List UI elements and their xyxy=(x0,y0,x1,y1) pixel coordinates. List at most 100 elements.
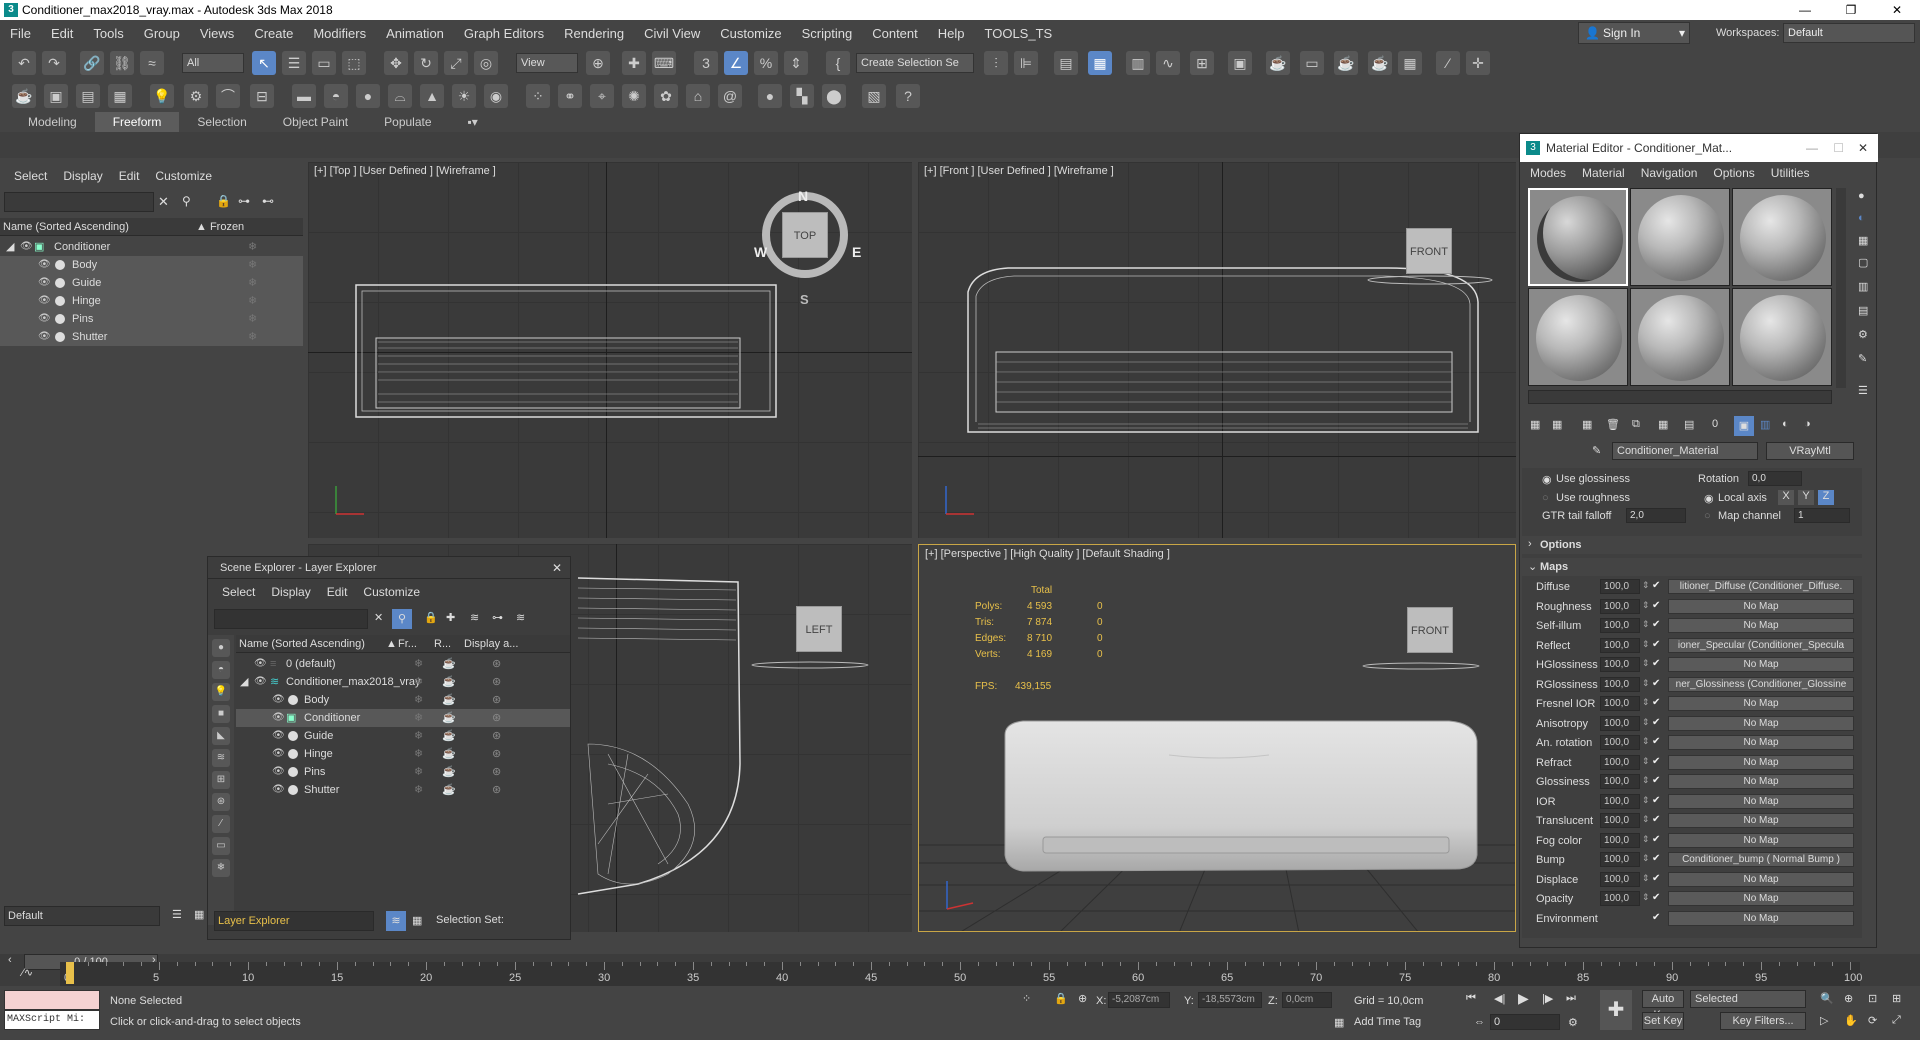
map-enable-checkbox[interactable]: ✔ xyxy=(1652,795,1663,806)
make-copy-icon[interactable]: ⧉ xyxy=(1632,418,1640,431)
menu-help[interactable]: Help xyxy=(928,26,975,41)
gtr-field[interactable]: 2,0 xyxy=(1626,508,1686,523)
material-editor-window[interactable]: 3 Material Editor - Conditioner_Mat... —… xyxy=(1519,133,1878,948)
place-icon[interactable]: ◎ xyxy=(474,51,498,75)
plane-icon[interactable]: ⊟ xyxy=(250,84,274,108)
material-ball-icon[interactable]: ● xyxy=(758,84,782,108)
map-enable-checkbox[interactable]: ✔ xyxy=(1652,756,1663,767)
edit-named-sel-icon[interactable]: { xyxy=(826,51,850,75)
layer-menu-edit[interactable]: Edit xyxy=(319,585,356,599)
map-slot-button[interactable]: No Map xyxy=(1668,598,1854,614)
add-time-tag[interactable]: Add Time Tag xyxy=(1354,1016,1421,1028)
multi-material-icon[interactable]: ⬤ xyxy=(822,84,846,108)
helper-filter-icon[interactable]: ◣ xyxy=(212,727,230,745)
display-icon[interactable]: ⊛ xyxy=(492,781,501,799)
sign-in-button[interactable]: 👤 Sign In ▾ xyxy=(1578,22,1690,44)
keyboard-shortcut-icon[interactable]: ⌨ xyxy=(652,51,676,75)
x-field[interactable]: -5,2087cm xyxy=(1108,992,1170,1008)
map-amount-field[interactable]: 100,0 xyxy=(1600,598,1640,614)
freeze-icon[interactable]: ❄ xyxy=(414,709,423,727)
chevron-left-icon[interactable]: ‹ xyxy=(8,954,12,966)
lock-icon[interactable]: 🔒 xyxy=(424,611,438,624)
container-filter-icon[interactable]: ▭ xyxy=(212,837,230,855)
camera-filter-icon[interactable]: ■ xyxy=(212,705,230,723)
display-icon[interactable]: ⊛ xyxy=(492,691,501,709)
lock-selection-icon[interactable]: 🔒 xyxy=(1054,992,1068,1005)
lock-icon[interactable]: 🔒 xyxy=(216,194,231,208)
freeze-icon[interactable]: ❄ xyxy=(248,238,257,256)
minimize-icon[interactable]: — xyxy=(1806,134,1818,162)
time-tag-icon[interactable]: ▦ xyxy=(1334,1016,1344,1029)
tools-ts-icon[interactable]: ⁄ xyxy=(1436,51,1460,75)
key-filters-button[interactable]: Key Filters... xyxy=(1720,1012,1806,1030)
map-amount-field[interactable]: 100,0 xyxy=(1600,852,1640,867)
spinner-icon[interactable]: ⇕ xyxy=(1642,580,1650,591)
display-icon[interactable]: ⊛ xyxy=(492,709,501,727)
map-amount-field[interactable]: 100,0 xyxy=(1600,618,1640,633)
scene-menu-customize[interactable]: Customize xyxy=(147,169,220,183)
prev-frame-icon[interactable]: ◀| xyxy=(1494,992,1505,1005)
close-icon[interactable]: ✕ xyxy=(552,561,562,575)
fur-icon[interactable]: ⌒ xyxy=(216,84,240,108)
render-icon[interactable]: ☕ xyxy=(442,727,456,745)
freeze-icon[interactable]: ❄ xyxy=(248,328,257,346)
sync-icon[interactable]: ▦ xyxy=(412,914,422,927)
scatter-icon[interactable]: ⁘ xyxy=(526,84,550,108)
slots-hscrollbar[interactable] xyxy=(1528,390,1832,404)
light-lister-icon[interactable]: 💡 xyxy=(150,84,174,108)
maxscript-listener[interactable] xyxy=(4,990,100,1010)
map-amount-field[interactable]: 100,0 xyxy=(1600,891,1640,906)
select-manipulate-icon[interactable]: ✚ xyxy=(622,51,646,75)
dome-icon[interactable]: ◓ xyxy=(324,84,348,108)
eye-icon[interactable]: 👁 xyxy=(272,712,285,724)
assign-material-icon[interactable]: ▦ xyxy=(1582,418,1592,431)
ribbon-options-icon[interactable]: ▪▾ xyxy=(450,112,496,132)
map-slot-button[interactable]: No Map xyxy=(1668,754,1854,770)
move-icon[interactable]: ✥ xyxy=(384,51,408,75)
material-slot[interactable] xyxy=(1732,288,1832,386)
map-slot-button[interactable]: ner_Glossiness (Conditioner_Glossine xyxy=(1668,676,1854,692)
map-enable-checkbox[interactable]: ✔ xyxy=(1652,892,1663,903)
menu-civil-view[interactable]: Civil View xyxy=(634,26,710,41)
tab-populate[interactable]: Populate xyxy=(366,112,449,132)
time-config-icon[interactable]: ⚙ xyxy=(1568,1016,1578,1029)
pin-icon[interactable]: ✛ xyxy=(1466,51,1490,75)
clear-search-icon[interactable]: ✕ xyxy=(158,194,169,210)
render-setup-icon[interactable]: ☕ xyxy=(1266,51,1290,75)
layer-menu-customize[interactable]: Customize xyxy=(355,585,428,599)
freeze-icon[interactable]: ❄ xyxy=(248,292,257,310)
go-parent-icon[interactable]: ◐ xyxy=(1782,418,1789,430)
make-unique-icon[interactable]: ▦ xyxy=(1658,418,1668,431)
map-navigator-icon[interactable]: ☰ xyxy=(1858,384,1868,397)
col-render[interactable]: R... xyxy=(434,638,451,650)
camera-icon[interactable]: ⌖ xyxy=(590,84,614,108)
link-icon[interactable]: 🔗 xyxy=(80,51,104,75)
uv-tiling-icon[interactable]: ▢ xyxy=(1858,256,1868,269)
spinner-icon[interactable]: ⇕ xyxy=(1642,834,1650,845)
scene-menu-display[interactable]: Display xyxy=(55,169,110,183)
layer-stack-icon[interactable]: ≋ xyxy=(386,911,406,931)
close-icon[interactable]: ✕ xyxy=(1858,134,1868,162)
eye-icon[interactable]: 👁 xyxy=(38,295,51,307)
layer-row[interactable]: 👁 Hinge ❄ ☕ ⊛ xyxy=(236,745,570,763)
eye-icon[interactable]: 👁 xyxy=(254,676,267,688)
col-display[interactable]: Display a... xyxy=(464,638,518,650)
rotation-field[interactable]: 0,0 xyxy=(1748,471,1802,486)
eye-icon[interactable]: 👁 xyxy=(272,748,285,760)
eye-icon[interactable]: 👁 xyxy=(20,241,33,253)
spinner-snap-icon[interactable]: ⇕ xyxy=(784,51,808,75)
layer-stack-icon[interactable]: ☰ xyxy=(172,908,182,921)
track-bar[interactable]: 0510152025303540455055606570758085909510… xyxy=(60,962,1862,986)
vfb-icon[interactable]: ▦ xyxy=(108,84,132,108)
scene-search-input[interactable] xyxy=(4,192,154,212)
curve-editor-mini-icon[interactable]: ⁄∿ xyxy=(22,966,33,979)
scale-icon[interactable]: ⤢ xyxy=(444,51,468,75)
mirror-icon[interactable]: ⫶ xyxy=(984,51,1008,75)
mat-menu-options[interactable]: Options xyxy=(1705,166,1762,180)
display-icon[interactable]: ⊛ xyxy=(492,727,501,745)
col-name[interactable]: Name (Sorted Ascending) xyxy=(239,638,365,650)
use-roughness-radio[interactable]: ○ xyxy=(1542,492,1549,504)
viewcube-top[interactable]: TOP xyxy=(782,212,828,258)
select-by-material-icon[interactable]: ✎ xyxy=(1858,352,1867,365)
layer-options-icon[interactable]: ▦ xyxy=(194,908,204,921)
